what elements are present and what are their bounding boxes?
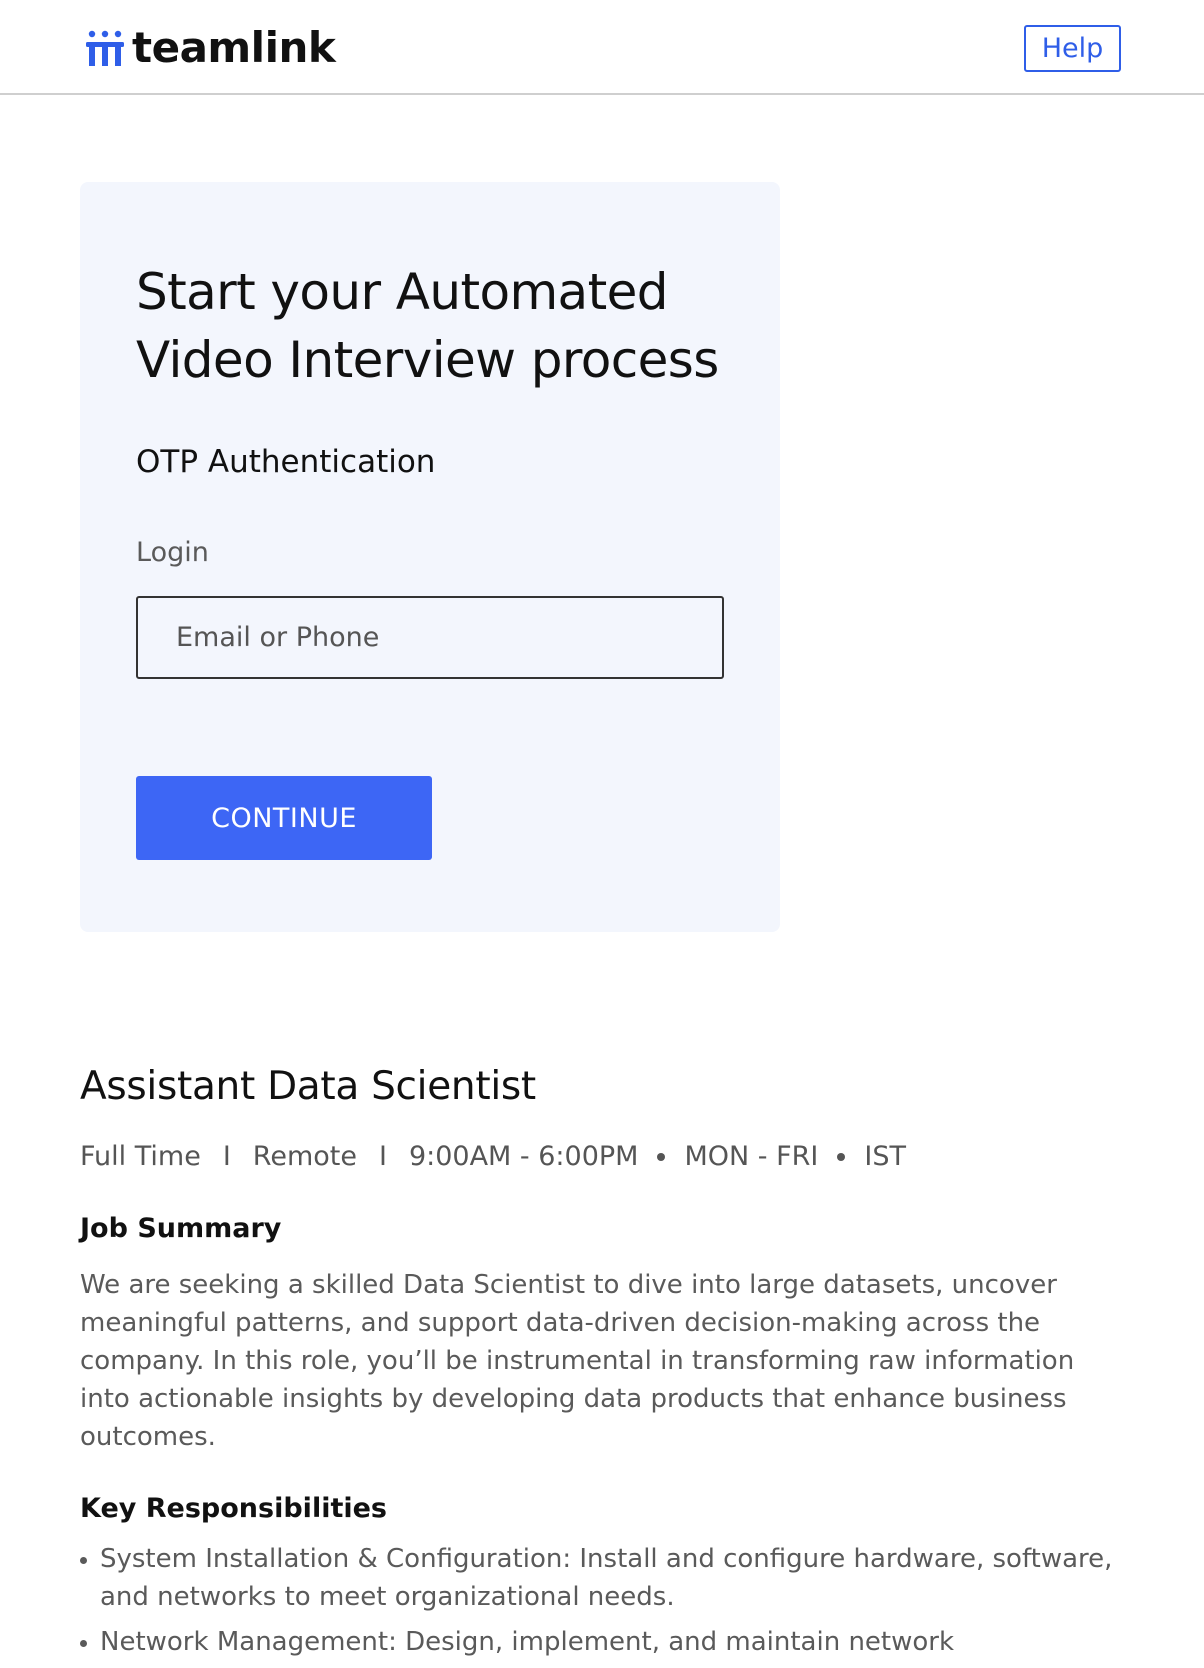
top-header: teamlink Help [0, 0, 1204, 95]
login-card: Start your Automated Video Interview pro… [80, 182, 780, 932]
responsibilities-list: System Installation & Configuration: Ins… [80, 1540, 1120, 1668]
meta-separator: I [222, 1141, 231, 1172]
job-hours: 9:00AM - 6:00PM [408, 1141, 639, 1172]
logo-wordmark: teamlink [132, 23, 336, 72]
continue-button[interactable]: CONTINUE [136, 776, 432, 860]
meta-dot [837, 1152, 846, 1161]
card-title: Start your Automated Video Interview pro… [136, 263, 719, 389]
email-or-phone-input[interactable] [136, 596, 724, 679]
job-days: MON - FRI [684, 1141, 819, 1172]
help-button[interactable]: Help [1024, 25, 1121, 72]
key-responsibilities-heading: Key Responsibilities [80, 1493, 387, 1524]
job-summary-heading: Job Summary [80, 1213, 282, 1244]
login-label: Login [136, 537, 209, 568]
teamlink-logo[interactable]: teamlink [84, 23, 336, 72]
job-timezone: IST [864, 1141, 906, 1172]
job-location: Remote [252, 1141, 357, 1172]
job-title: Assistant Data Scientist [80, 1064, 536, 1109]
meta-dot [657, 1152, 666, 1161]
otp-authentication-heading: OTP Authentication [136, 444, 436, 480]
job-summary-text: We are seeking a skilled Data Scientist … [80, 1270, 1075, 1452]
job-meta: Full Time I Remote I 9:00AM - 6:00PM MON… [80, 1141, 906, 1172]
job-type: Full Time [80, 1141, 201, 1172]
meta-separator: I [378, 1141, 387, 1172]
list-item: System Installation & Configuration: Ins… [80, 1540, 1120, 1616]
teamlink-logo-icon [86, 30, 124, 66]
list-item: Network Management: Design, implement, a… [80, 1623, 1120, 1661]
